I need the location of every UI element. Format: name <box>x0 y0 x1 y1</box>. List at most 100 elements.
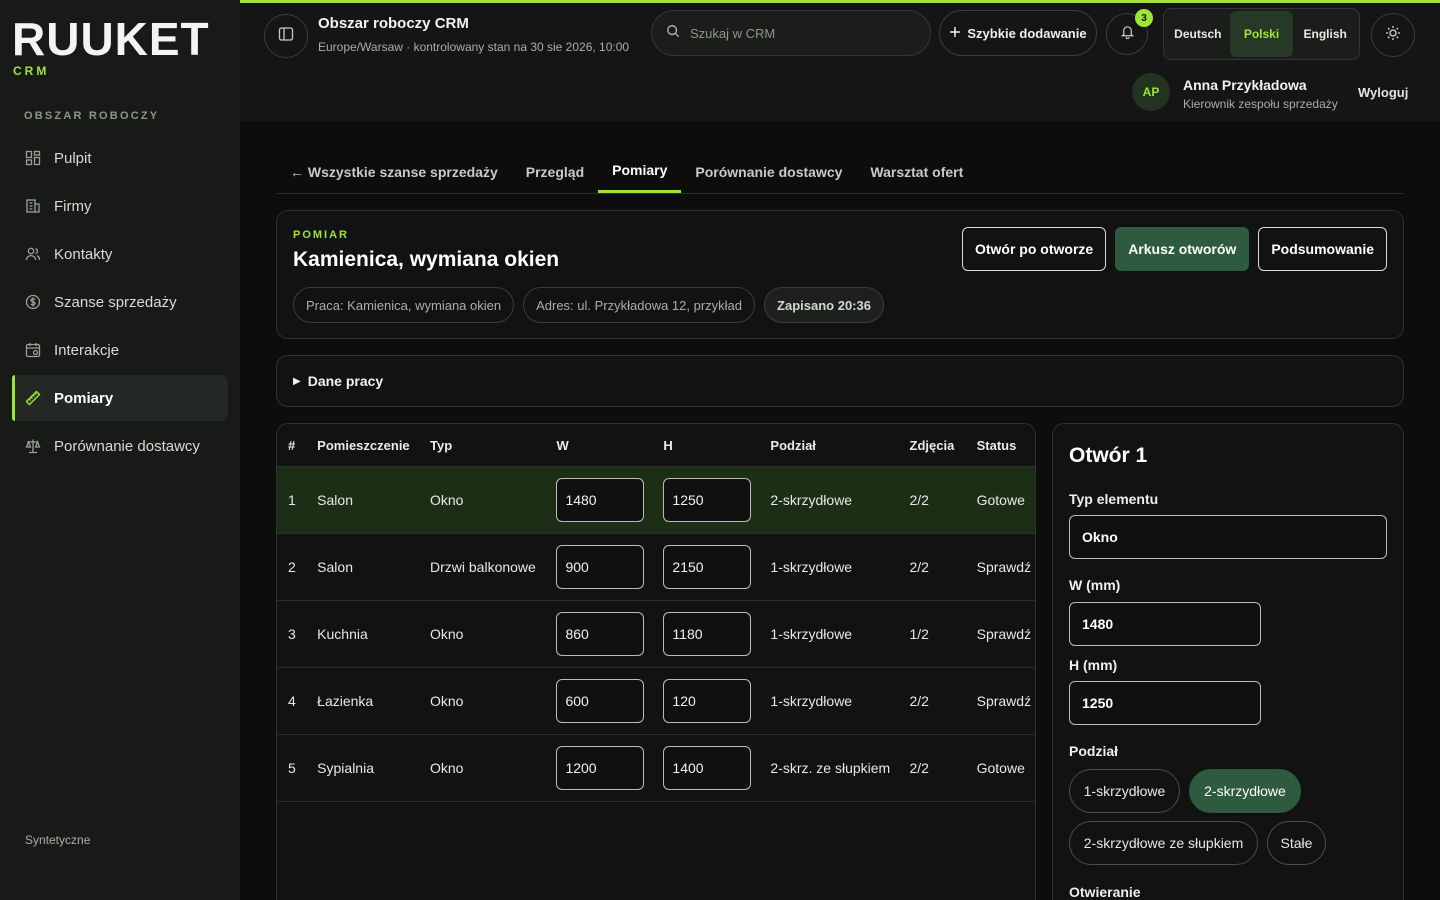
panel-toggle-icon <box>278 26 294 47</box>
height-input[interactable] <box>663 612 752 656</box>
row-status: Sprawdź <box>976 626 1032 642</box>
element-type-input[interactable] <box>1069 515 1387 559</box>
col-header-status: Status <box>976 437 1017 453</box>
width-input[interactable] <box>556 746 645 790</box>
table-row[interactable]: 5 Sypialnia Okno 2-skrz. ze słupkiem 2/2… <box>277 735 1035 802</box>
lang-option-pl[interactable]: Polski <box>1229 11 1294 57</box>
table-row[interactable]: 2 Salon Drzwi balkonowe 1-skrzydłowe 2/2… <box>277 534 1035 601</box>
dollar-icon <box>24 293 42 311</box>
notification-count-badge: 3 <box>1135 9 1153 27</box>
row-status: Sprawdź <box>976 559 1032 575</box>
col-header-type: Typ <box>430 437 453 453</box>
col-header-num: # <box>288 437 296 453</box>
height-input[interactable] <box>663 679 752 723</box>
width-input[interactable] <box>556 545 645 589</box>
row-room: Salon <box>317 559 353 575</box>
division-option-4[interactable]: Stałe <box>1267 821 1326 865</box>
tab-supplier-comparison[interactable]: Porównanie dostawcy <box>681 150 856 193</box>
brand-name: RUUKET <box>12 13 210 65</box>
bell-icon <box>1120 24 1135 44</box>
opening-title: Otwór 1 <box>1069 444 1148 467</box>
sidebar-item-pulpit[interactable]: Pulpit <box>12 135 228 181</box>
tab-all-opportunities[interactable]: ← Wszystkie szanse sprzedaży <box>276 150 512 193</box>
tab-bar: ← Wszystkie szanse sprzedaży Przegląd Po… <box>276 150 1404 194</box>
row-num: 3 <box>288 626 296 642</box>
plus-icon <box>949 26 961 41</box>
summary-button[interactable]: Podsumowanie <box>1258 227 1387 271</box>
width-label: W (mm) <box>1069 577 1121 593</box>
row-type: Okno <box>430 693 464 709</box>
row-type: Drzwi balkonowe <box>430 559 536 575</box>
tab-offer-workshop[interactable]: Warsztat ofert <box>856 150 977 193</box>
job-data-accordion[interactable]: ▶ Dane pracy <box>276 355 1404 407</box>
row-photos: 2/2 <box>909 693 929 709</box>
sidebar-item-firmy[interactable]: Firmy <box>12 183 228 229</box>
search-box[interactable] <box>651 10 931 56</box>
row-photos: 1/2 <box>909 626 929 642</box>
search-icon <box>666 24 680 43</box>
row-photos: 2/2 <box>909 492 929 508</box>
tab-measurements[interactable]: Pomiary <box>598 150 682 193</box>
sidebar-item-label: Kontakty <box>54 245 113 263</box>
measurement-actions: Otwór po otworze Arkusz otworów Podsumow… <box>961 227 1387 271</box>
triangle-right-icon: ▶ <box>293 375 301 387</box>
width-input[interactable] <box>556 612 645 656</box>
scale-icon <box>24 437 42 455</box>
width-input[interactable] <box>556 478 645 522</box>
table-row[interactable]: 1 Salon Okno 2-skrzydłowe 2/2 Gotowe <box>277 467 1035 534</box>
workspace-title: Obszar roboczy CRM <box>318 15 469 32</box>
sidebar-item-kontakty[interactable]: Kontakty <box>12 231 228 277</box>
tab-overview[interactable]: Przegląd <box>512 150 598 193</box>
height-label: H (mm) <box>1069 657 1118 673</box>
quick-add-button[interactable]: Szybkie dodawanie <box>939 10 1097 56</box>
users-icon <box>24 245 42 263</box>
row-type: Okno <box>430 492 464 508</box>
brand-sub: CRM <box>13 64 50 78</box>
table-row[interactable]: 4 Łazienka Okno 1-skrzydłowe 2/2 Sprawdź <box>277 668 1035 735</box>
app-root: RUUKET CRM OBSZAR ROBOCZY Pulpit Firmy K… <box>0 0 1440 900</box>
accordion-label: Dane pracy <box>307 373 384 389</box>
theme-toggle-button[interactable] <box>1371 13 1415 57</box>
logout-button[interactable]: Wyloguj <box>1358 85 1408 100</box>
height-input[interactable] <box>663 478 752 522</box>
width-input[interactable] <box>556 679 645 723</box>
openings-sheet-button[interactable]: Arkusz otworów <box>1115 227 1250 271</box>
lang-option-en[interactable]: English <box>1293 11 1357 57</box>
calendar-icon <box>24 341 42 359</box>
workspace-subtitle: Europe/Warsaw · kontrolowany stan na 30 … <box>318 40 630 54</box>
division-option-3[interactable]: 2-skrzydłowe ze słupkiem <box>1069 821 1258 865</box>
division-option-1[interactable]: 1-skrzydłowe <box>1069 769 1180 813</box>
row-room: Łazienka <box>317 693 374 709</box>
brand-logo[interactable]: RUUKET CRM <box>12 16 210 78</box>
row-photos: 2/2 <box>909 559 929 575</box>
sidebar-item-pomiary[interactable]: Pomiary <box>12 375 228 421</box>
width-mm-input[interactable] <box>1069 602 1261 646</box>
dashboard-icon <box>24 149 42 167</box>
sidebar-toggle-button[interactable] <box>264 14 308 58</box>
search-input[interactable] <box>690 25 910 41</box>
sidebar-nav: Pulpit Firmy Kontakty Szanse sprzedaży I… <box>12 135 228 471</box>
height-input[interactable] <box>663 746 752 790</box>
opening-by-opening-button[interactable]: Otwór po otworze <box>961 227 1107 271</box>
table-row[interactable]: 3 Kuchnia Okno 1-skrzydłowe 1/2 Sprawdź <box>277 601 1035 668</box>
sidebar-item-szanse[interactable]: Szanse sprzedaży <box>12 279 228 325</box>
row-num: 4 <box>288 693 296 709</box>
avatar[interactable]: AP <box>1132 73 1170 111</box>
lang-option-de[interactable]: Deutsch <box>1166 11 1230 57</box>
topbar: Obszar roboczy CRM Europe/Warsaw · kontr… <box>240 0 1440 121</box>
col-header-room: Pomieszczenie <box>317 437 410 453</box>
element-type-label: Typ elementu <box>1069 491 1159 507</box>
user-role: Kierownik zespołu sprzedaży <box>1183 97 1338 111</box>
division-option-2[interactable]: 2-skrzydłowe <box>1189 769 1301 813</box>
sidebar-item-label: Pomiary <box>54 389 114 407</box>
building-icon <box>24 197 42 215</box>
height-input[interactable] <box>663 545 752 589</box>
sidebar-item-interakcje[interactable]: Interakcje <box>12 327 228 373</box>
quick-add-label: Szybkie dodawanie <box>967 25 1087 41</box>
sidebar-item-porownanie[interactable]: Porównanie dostawcy <box>12 423 228 469</box>
row-num: 1 <box>288 492 296 508</box>
division-label: Podział <box>1069 743 1119 759</box>
height-mm-input[interactable] <box>1069 681 1261 725</box>
notifications-button[interactable]: 3 <box>1106 9 1153 55</box>
measurement-chips: Praca: Kamienica, wymiana okien Adres: u… <box>293 287 884 323</box>
